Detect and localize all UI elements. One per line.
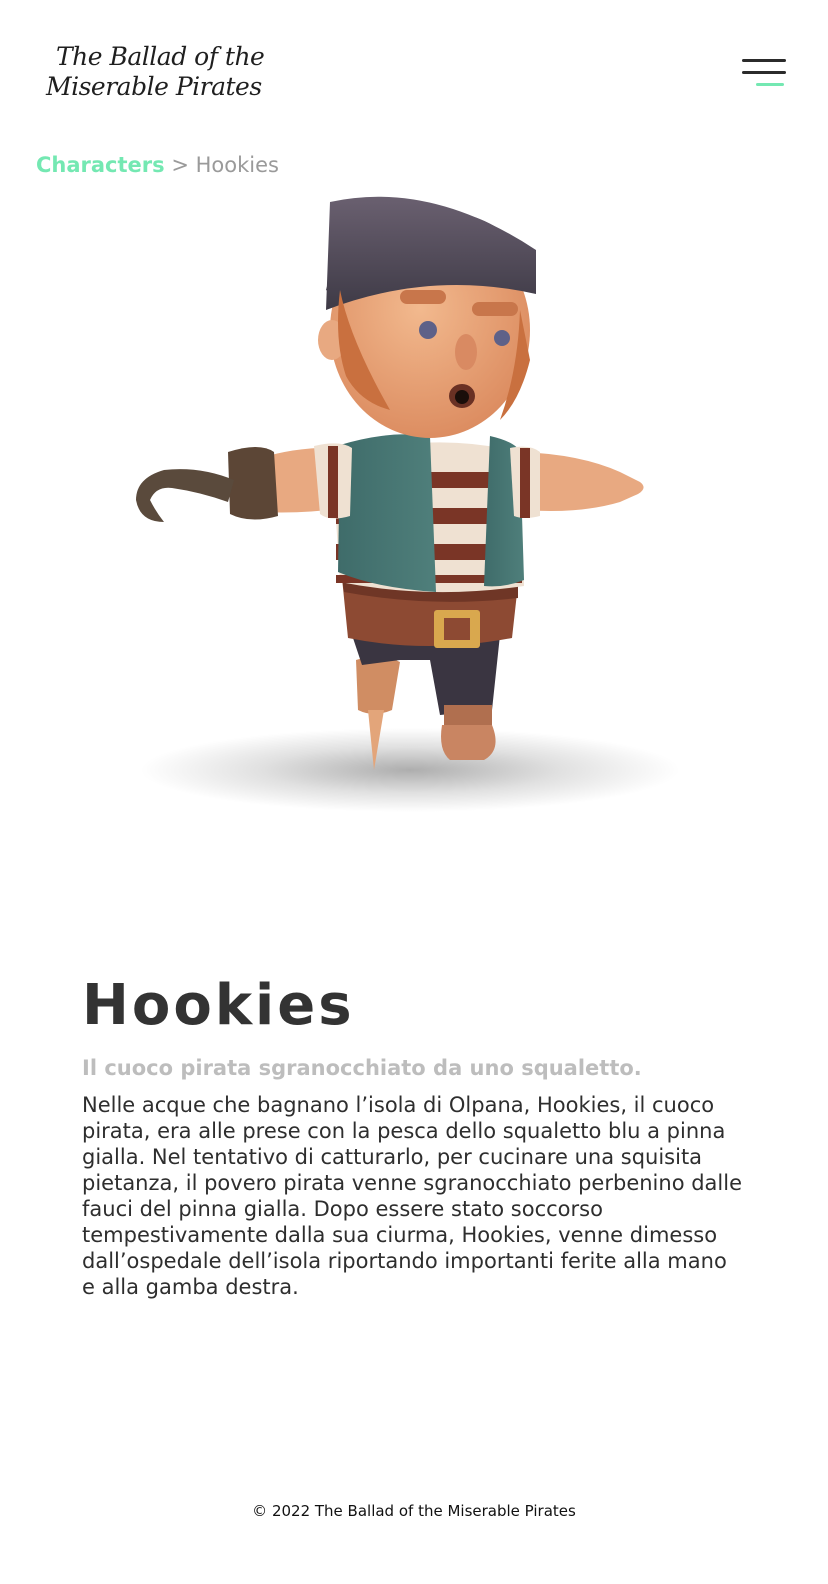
character-name: Hookies [82, 973, 355, 1038]
site-logo[interactable]: The Ballad of the Miserable Pirates [46, 42, 265, 108]
menu-bar-middle [742, 71, 786, 74]
left-arm-with-hook [136, 443, 352, 522]
boot [441, 705, 496, 760]
breadcrumb-current: Hookies [195, 153, 279, 177]
breadcrumb-separator: > [164, 153, 196, 177]
character-description: Nelle acque che bagnano l’isola di Olpan… [82, 1093, 743, 1299]
right-arm [510, 446, 644, 518]
hamburger-menu-icon[interactable] [740, 56, 786, 92]
menu-bar-bottom [756, 83, 784, 86]
floor-shadow [140, 728, 680, 812]
site-header: The Ballad of the Miserable Pirates [0, 0, 828, 140]
logo-line-1: The Ballad of the [56, 42, 265, 71]
breadcrumb-characters-link[interactable]: Characters [36, 153, 165, 177]
footer-copyright: © 2022 The Ballad of the Miserable Pirat… [252, 1502, 576, 1520]
menu-bar-top [742, 59, 786, 62]
character-tagline: Il cuoco pirata sgranocchiato da uno squ… [82, 1056, 642, 1080]
breadcrumb: Characters > Hookies [36, 150, 279, 180]
character-illustration [136, 196, 680, 812]
logo-line-2: Miserable Pirates [46, 72, 262, 101]
character-info: Hookies Il cuoco pirata sgranocchiato da… [82, 972, 742, 1300]
character-head [318, 196, 536, 438]
